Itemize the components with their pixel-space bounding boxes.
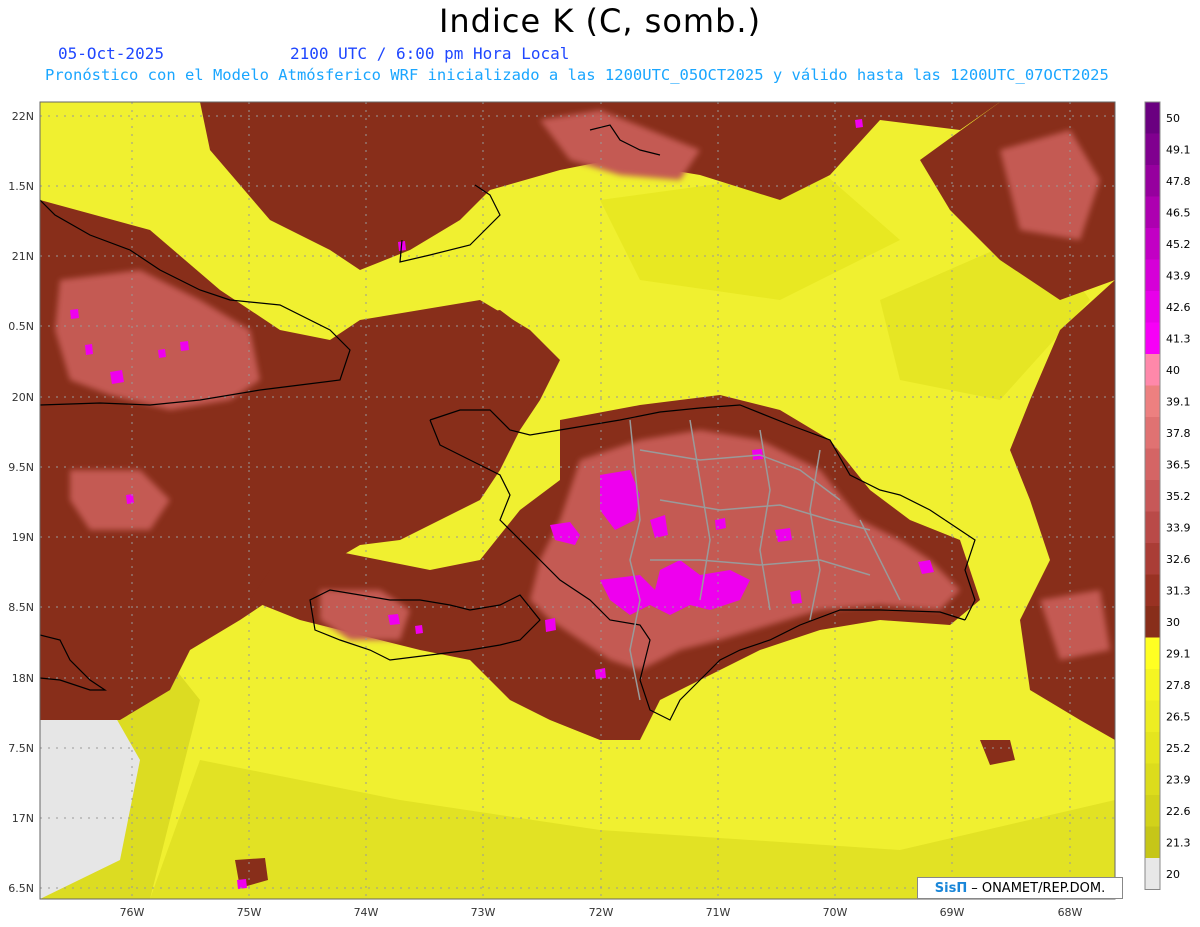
sispi-logo: SisΠ <box>934 880 968 896</box>
colorbar-label: 20 <box>1166 868 1180 881</box>
colorbar-label: 31.3 <box>1166 584 1191 597</box>
lat-label: 20N <box>12 391 34 404</box>
lat-label: 18N <box>12 672 34 685</box>
lat-label: 9.5N <box>8 461 34 474</box>
colorbar-swatch <box>1145 259 1160 291</box>
colorbar-swatch <box>1145 417 1160 449</box>
colorbar-label: 47.8 <box>1166 175 1191 188</box>
colorbar-swatch <box>1145 480 1160 512</box>
lon-label: 73W <box>471 906 496 919</box>
colorbar-label: 50 <box>1166 112 1180 125</box>
colorbar-label: 30 <box>1166 616 1180 629</box>
colorbar-swatch <box>1145 763 1160 795</box>
colorbar-label: 45.2 <box>1166 238 1191 251</box>
lat-label: 1.5N <box>8 180 34 193</box>
colorbar-swatch <box>1145 228 1160 260</box>
colorbar-label: 42.6 <box>1166 301 1191 314</box>
colorbar-swatch <box>1145 732 1160 764</box>
lon-label: 75W <box>237 906 262 919</box>
lon-label: 71W <box>706 906 731 919</box>
colorbar-label: 43.9 <box>1166 269 1191 282</box>
colorbar-label: 41.3 <box>1166 332 1191 345</box>
lat-label: 19N <box>12 531 34 544</box>
lat-label: 17N <box>12 812 34 825</box>
colorbar-label: 39.1 <box>1166 395 1191 408</box>
colorbar-swatch <box>1145 637 1160 669</box>
colorbar-label: 36.5 <box>1166 458 1191 471</box>
colorbar-label: 49.1 <box>1166 143 1191 156</box>
lon-axis: 76W 75W 74W 73W 72W 71W 70W 69W 68W <box>120 906 1083 919</box>
colorbar-label: 33.9 <box>1166 521 1191 534</box>
colorbar-label: 35.2 <box>1166 490 1191 503</box>
colorbar-swatch <box>1145 102 1160 134</box>
lat-axis: 22N 1.5N 21N 0.5N 20N 9.5N 19N 8.5N 18N … <box>8 110 34 895</box>
colorbar-swatch <box>1145 606 1160 638</box>
colorbar-swatch <box>1145 543 1160 575</box>
colorbar-swatch <box>1145 196 1160 228</box>
lon-label: 72W <box>589 906 614 919</box>
colorbar-swatch <box>1145 795 1160 827</box>
lat-label: 21N <box>12 250 34 263</box>
colorbar-swatch <box>1145 574 1160 606</box>
colorbar-swatch <box>1145 133 1160 165</box>
colorbar-swatch <box>1145 291 1160 323</box>
lon-label: 70W <box>823 906 848 919</box>
colorbar-label: 27.8 <box>1166 679 1191 692</box>
colorbar-swatch <box>1145 448 1160 480</box>
colorbar-label: 21.3 <box>1166 836 1191 849</box>
colorbar-swatch <box>1145 354 1160 386</box>
lat-label: 0.5N <box>8 320 34 333</box>
colorbar: 50 49.1 47.8 46.5 45.2 43.9 42.6 41.3 40 39.1 37.8… <box>1144 101 1191 890</box>
colorbar-swatch <box>1145 165 1160 197</box>
colorbar-swatch <box>1145 826 1160 858</box>
colorbar-swatch <box>1145 858 1160 890</box>
colorbar-label: 23.9 <box>1166 773 1191 786</box>
colorbar-swatch <box>1145 700 1160 732</box>
colorbar-swatch <box>1145 511 1160 543</box>
colorbar-label: 25.2 <box>1166 742 1191 755</box>
colorbar-label: 29.1 <box>1166 647 1191 660</box>
colorbar-label: 32.6 <box>1166 553 1191 566</box>
forecast-map: 22N 1.5N 21N 0.5N 20N 9.5N 19N 8.5N 18N … <box>8 101 1191 919</box>
colorbar-label: 37.8 <box>1166 427 1191 440</box>
credit-org: ONAMET/REP.DOM. <box>981 880 1106 896</box>
lat-label: 7.5N <box>8 742 34 755</box>
lon-label: 68W <box>1058 906 1083 919</box>
lat-label: 8.5N <box>8 601 34 614</box>
colorbar-swatch <box>1145 669 1160 701</box>
colorbar-swatch <box>1145 385 1160 417</box>
lat-label: 6.5N <box>8 882 34 895</box>
lat-label: 22N <box>12 110 34 123</box>
lon-label: 69W <box>940 906 965 919</box>
colorbar-label: 22.6 <box>1166 805 1191 818</box>
colorbar-label: 46.5 <box>1166 206 1191 219</box>
map-field <box>40 102 1115 899</box>
credit-box: SisΠ – ONAMET/REP.DOM. <box>917 877 1123 899</box>
lon-label: 74W <box>354 906 379 919</box>
colorbar-label: 26.5 <box>1166 710 1191 723</box>
colorbar-label: 40 <box>1166 364 1180 377</box>
lon-label: 76W <box>120 906 145 919</box>
colorbar-swatch <box>1145 322 1160 354</box>
credit-text: – ONAMET/REP.DOM. <box>971 880 1106 896</box>
